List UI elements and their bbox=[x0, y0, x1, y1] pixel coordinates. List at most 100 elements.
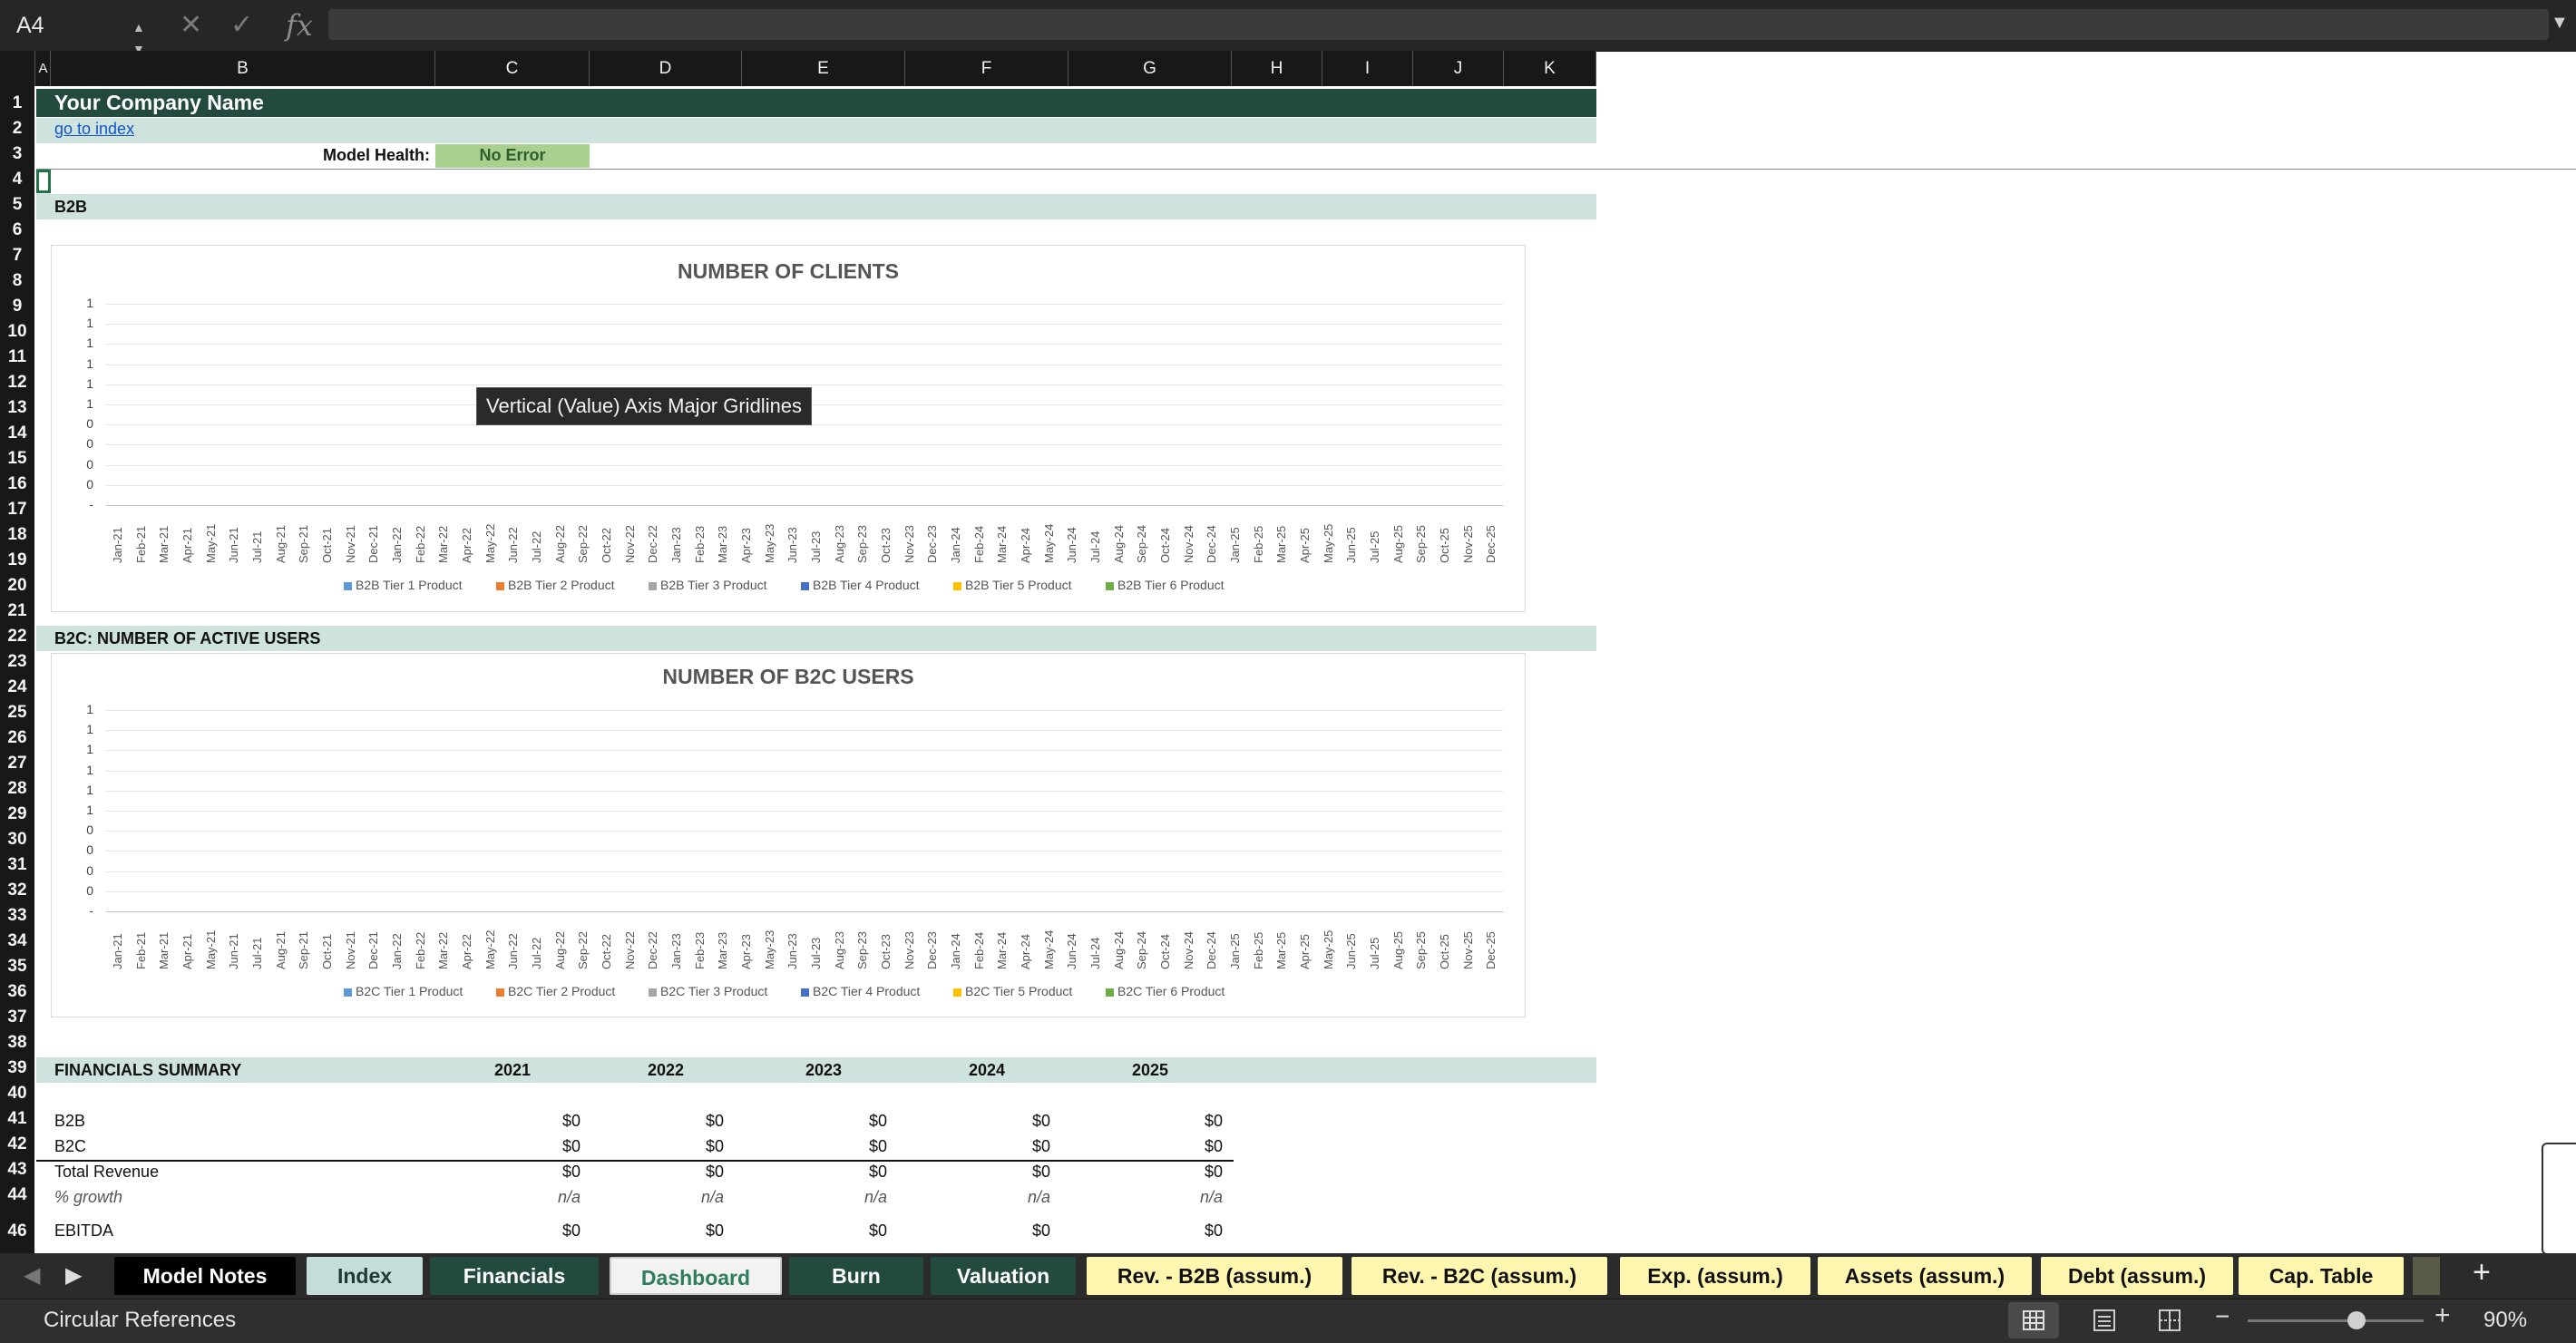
row-header-6[interactable]: 6 bbox=[0, 220, 34, 240]
legend-item[interactable]: B2B Tier 1 Product bbox=[344, 578, 463, 592]
row-header-41[interactable]: 41 bbox=[0, 1109, 34, 1129]
column-header-k[interactable]: K bbox=[1504, 51, 1596, 86]
tab-index[interactable]: Index bbox=[307, 1257, 423, 1295]
value-cell[interactable]: $0 bbox=[490, 1112, 581, 1131]
legend-item[interactable]: B2C Tier 5 Product bbox=[953, 984, 1072, 998]
tab-cap-table[interactable]: Cap. Table bbox=[2239, 1257, 2404, 1295]
row-header-36[interactable]: 36 bbox=[0, 982, 34, 1002]
value-cell[interactable]: n/a bbox=[796, 1188, 887, 1207]
value-cell[interactable]: $0 bbox=[796, 1137, 887, 1156]
value-cell[interactable]: $0 bbox=[1132, 1112, 1223, 1131]
value-cell[interactable]: n/a bbox=[960, 1188, 1050, 1207]
row-header-37[interactable]: 37 bbox=[0, 1007, 34, 1027]
row-header-25[interactable]: 25 bbox=[0, 703, 34, 723]
row-header-12[interactable]: 12 bbox=[0, 373, 34, 393]
tab-rev-b2c-assum[interactable]: Rev. - B2C (assum.) bbox=[1351, 1257, 1607, 1295]
value-cell[interactable]: n/a bbox=[490, 1188, 581, 1207]
go-to-index-link[interactable]: go to index bbox=[54, 120, 134, 139]
tab-assets-assum[interactable]: Assets (assum.) bbox=[1818, 1257, 2032, 1295]
tab-burn[interactable]: Burn bbox=[789, 1257, 923, 1295]
value-cell[interactable]: $0 bbox=[1132, 1221, 1223, 1241]
value-cell[interactable]: $0 bbox=[796, 1163, 887, 1182]
tab-debt-assum[interactable]: Debt (assum.) bbox=[2041, 1257, 2233, 1295]
legend-item[interactable]: B2C Tier 1 Product bbox=[344, 984, 463, 998]
legend-item[interactable]: B2C Tier 6 Product bbox=[1106, 984, 1225, 998]
circular-references-status[interactable]: Circular References bbox=[44, 1308, 236, 1333]
column-header-a[interactable]: A bbox=[36, 51, 51, 86]
column-header-h[interactable]: H bbox=[1232, 51, 1322, 86]
row-header-27[interactable]: 27 bbox=[0, 754, 34, 774]
zoom-level[interactable]: 90% bbox=[2483, 1308, 2527, 1333]
value-cell[interactable]: $0 bbox=[633, 1112, 724, 1131]
legend-item[interactable]: B2B Tier 3 Product bbox=[649, 578, 767, 592]
formula-expand-icon[interactable]: ▼ bbox=[2551, 13, 2569, 34]
clients-chart[interactable]: NUMBER OF CLIENTS 1 1 1 1 1 1 0 0 0 0 - Jan-21 Feb-2… bbox=[51, 245, 1526, 612]
formula-input[interactable] bbox=[328, 9, 2549, 40]
legend-item[interactable]: B2C Tier 4 Product bbox=[801, 984, 920, 998]
value-cell[interactable]: $0 bbox=[633, 1221, 724, 1241]
value-cell[interactable]: $0 bbox=[633, 1163, 724, 1182]
row-header-14[interactable]: 14 bbox=[0, 423, 34, 443]
legend-item[interactable]: B2C Tier 3 Product bbox=[649, 984, 767, 998]
value-cell[interactable]: $0 bbox=[960, 1163, 1050, 1182]
add-sheet-button[interactable]: + bbox=[2473, 1255, 2491, 1290]
value-cell[interactable]: $0 bbox=[1132, 1137, 1223, 1156]
value-cell[interactable]: n/a bbox=[1132, 1188, 1223, 1207]
value-cell[interactable]: $0 bbox=[960, 1221, 1050, 1241]
row-header-13[interactable]: 13 bbox=[0, 398, 34, 418]
row-header-8[interactable]: 8 bbox=[0, 271, 34, 291]
row-header-7[interactable]: 7 bbox=[0, 246, 34, 266]
column-header-d[interactable]: D bbox=[590, 51, 742, 86]
tab-exp-assum[interactable]: Exp. (assum.) bbox=[1620, 1257, 1810, 1295]
row-header-32[interactable]: 32 bbox=[0, 881, 34, 900]
row-header-15[interactable]: 15 bbox=[0, 449, 34, 469]
value-cell[interactable]: $0 bbox=[960, 1137, 1050, 1156]
value-cell[interactable]: $0 bbox=[490, 1221, 581, 1241]
select-all-corner[interactable] bbox=[0, 51, 35, 86]
row-header-4[interactable]: 4 bbox=[0, 170, 34, 190]
tab-model-notes[interactable]: Model Notes bbox=[114, 1257, 296, 1295]
column-header-j[interactable]: J bbox=[1413, 51, 1504, 86]
active-cell-a4[interactable] bbox=[36, 170, 51, 193]
row-header-3[interactable]: 3 bbox=[0, 144, 34, 164]
value-cell[interactable]: $0 bbox=[960, 1112, 1050, 1131]
b2c-users-chart[interactable]: NUMBER OF B2C USERS 1 1 1 1 1 1 0 0 0 0 - Jan-21 Feb… bbox=[51, 653, 1526, 1017]
row-header-24[interactable]: 24 bbox=[0, 677, 34, 697]
row-header-35[interactable]: 35 bbox=[0, 957, 34, 977]
check-icon[interactable]: ✓ bbox=[230, 0, 253, 51]
row-header-16[interactable]: 16 bbox=[0, 474, 34, 494]
row-header-34[interactable]: 34 bbox=[0, 931, 34, 951]
column-header-e[interactable]: E bbox=[742, 51, 905, 86]
zoom-in-button[interactable]: + bbox=[2435, 1300, 2451, 1331]
column-header-i[interactable]: I bbox=[1322, 51, 1413, 86]
zoom-slider[interactable] bbox=[2248, 1311, 2424, 1329]
row-header-42[interactable]: 42 bbox=[0, 1134, 34, 1154]
tab-dashboard[interactable]: Dashboard bbox=[610, 1257, 782, 1295]
row-header-23[interactable]: 23 bbox=[0, 652, 34, 672]
column-header-g[interactable]: G bbox=[1068, 51, 1232, 86]
row-header-22[interactable]: 22 bbox=[0, 627, 34, 647]
legend-item[interactable]: B2B Tier 4 Product bbox=[801, 578, 920, 592]
row-header-11[interactable]: 11 bbox=[0, 347, 34, 367]
page-layout-button[interactable] bbox=[2079, 1302, 2130, 1338]
value-cell[interactable]: $0 bbox=[796, 1112, 887, 1131]
column-header-f[interactable]: F bbox=[905, 51, 1068, 86]
row-header-39[interactable]: 39 bbox=[0, 1058, 34, 1078]
normal-view-button[interactable] bbox=[2008, 1302, 2059, 1338]
row-header-38[interactable]: 38 bbox=[0, 1033, 34, 1053]
row-header-10[interactable]: 10 bbox=[0, 322, 34, 342]
row-header-31[interactable]: 31 bbox=[0, 855, 34, 875]
value-cell[interactable]: $0 bbox=[633, 1137, 724, 1156]
row-header-26[interactable]: 26 bbox=[0, 728, 34, 748]
tab-scroll-left-icon[interactable]: ◀ bbox=[24, 1262, 40, 1289]
row-header-44[interactable]: 44 bbox=[0, 1185, 34, 1205]
row-header-33[interactable]: 33 bbox=[0, 906, 34, 926]
value-cell[interactable]: $0 bbox=[490, 1163, 581, 1182]
tab-financials[interactable]: Financials bbox=[430, 1257, 599, 1295]
row-header-20[interactable]: 20 bbox=[0, 576, 34, 596]
row-header-21[interactable]: 21 bbox=[0, 601, 34, 621]
row-header-17[interactable]: 17 bbox=[0, 500, 34, 520]
value-cell[interactable]: $0 bbox=[1132, 1163, 1223, 1182]
row-header-1[interactable]: 1 bbox=[0, 93, 34, 113]
row-header-40[interactable]: 40 bbox=[0, 1084, 34, 1104]
